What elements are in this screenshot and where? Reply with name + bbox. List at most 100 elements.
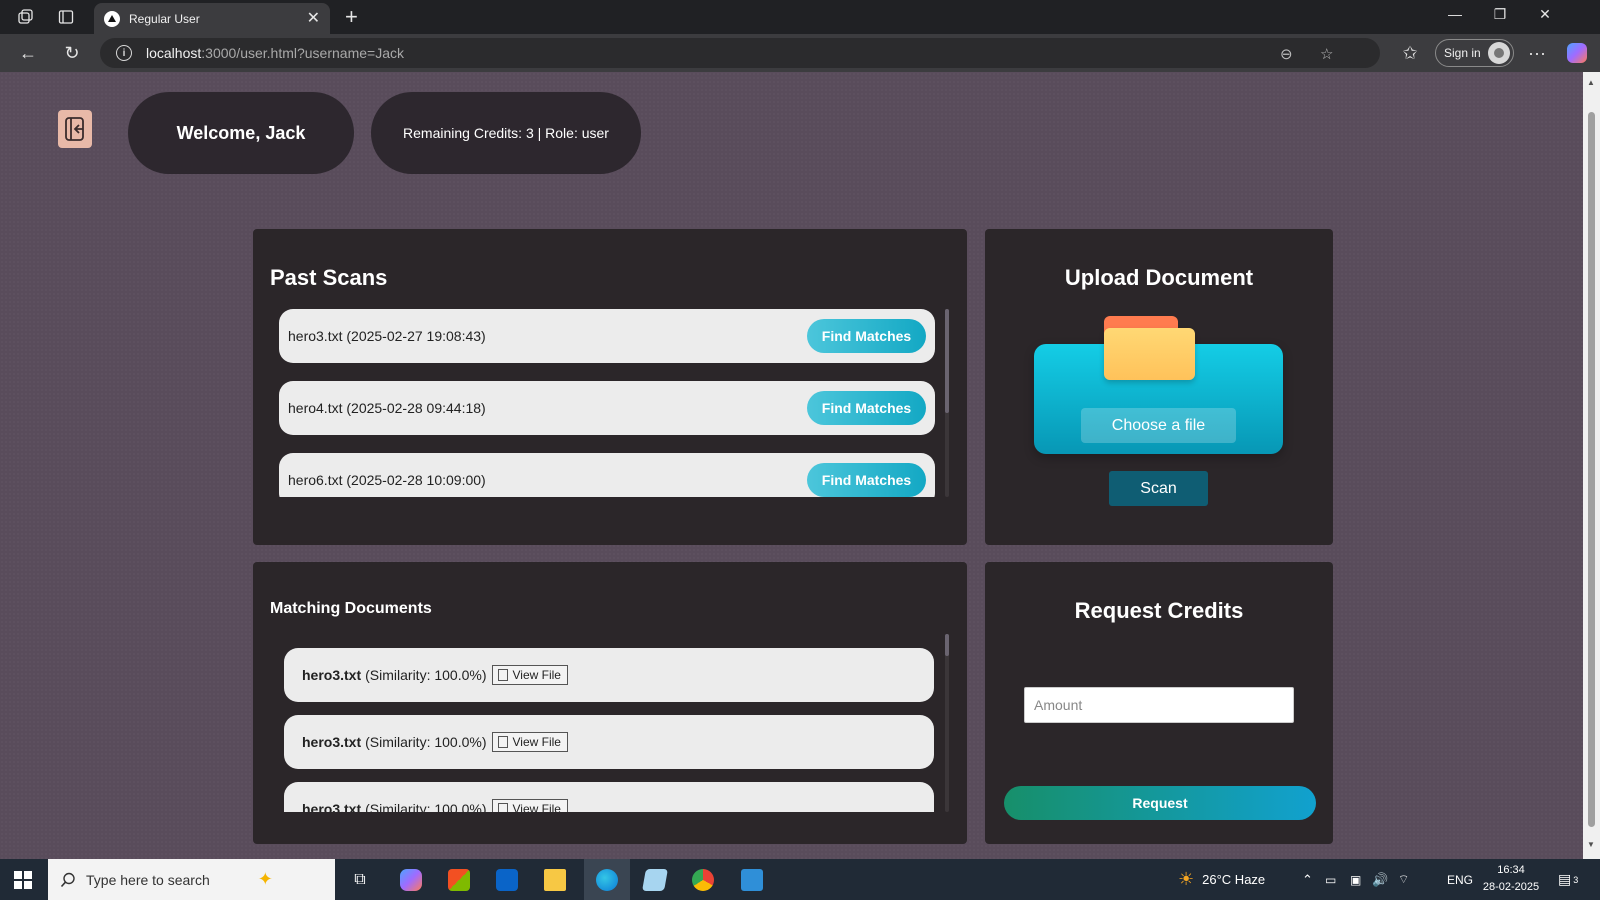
- zoom-icon[interactable]: ⊖: [1280, 45, 1293, 63]
- choose-file-button[interactable]: Choose a file: [1081, 408, 1236, 443]
- volume-icon[interactable]: 🔊: [1372, 859, 1388, 900]
- browser-tab-bar: Regular User ✕ + — ❐ ✕: [0, 0, 1600, 34]
- match-item: hero3.txt (Similarity: 100.0%) View File: [284, 715, 934, 769]
- past-scans-title: Past Scans: [270, 265, 388, 290]
- find-matches-button[interactable]: Find Matches: [807, 319, 926, 353]
- scan-item: hero3.txt (2025-02-27 19:08:43) Find Mat…: [279, 309, 935, 363]
- document-icon: [497, 736, 508, 748]
- past-scans-card: Past Scans hero3.txt (2025-02-27 19:08:4…: [253, 229, 967, 545]
- site-info-icon[interactable]: i: [116, 45, 132, 61]
- tray-chevron-icon[interactable]: ⌃: [1302, 859, 1313, 900]
- match-item: hero3.txt (Similarity: 100.0%) View File: [284, 782, 934, 812]
- notepad-icon[interactable]: [640, 865, 670, 895]
- copilot-app-icon[interactable]: [396, 865, 426, 895]
- view-file-button[interactable]: View File: [491, 665, 568, 685]
- view-file-label: View File: [512, 735, 561, 749]
- restore-icon[interactable]: ❐: [1485, 6, 1515, 23]
- request-button[interactable]: Request: [1004, 786, 1316, 820]
- tab-favicon-icon: [104, 10, 120, 27]
- vscode-icon[interactable]: [737, 865, 767, 895]
- tab-actions-icon[interactable]: [56, 7, 76, 27]
- more-options-icon[interactable]: ···: [1525, 41, 1549, 65]
- scan-item: hero4.txt (2025-02-28 09:44:18) Find Mat…: [279, 381, 935, 435]
- favorites-icon[interactable]: ✩: [1398, 41, 1422, 65]
- url-host: localhost: [146, 45, 202, 61]
- tab-title: Regular User: [129, 11, 200, 26]
- scan-button[interactable]: Scan: [1109, 471, 1208, 506]
- amount-input[interactable]: [1024, 687, 1294, 723]
- sign-in-button[interactable]: Sign in: [1435, 39, 1514, 67]
- matching-scroll-track[interactable]: [945, 634, 949, 812]
- request-credits-card: Request Credits Request: [985, 562, 1333, 844]
- edge-icon[interactable]: [592, 865, 622, 895]
- url-field[interactable]: i localhost:3000/user.html?username=Jack…: [100, 38, 1380, 68]
- page-scrollbar[interactable]: ▲ ▼: [1583, 72, 1600, 859]
- taskbar-clock[interactable]: 16:34 28-02-2025: [1476, 862, 1546, 896]
- scan-item-label: hero3.txt (2025-02-27 19:08:43): [288, 328, 486, 344]
- logout-button[interactable]: [58, 110, 92, 148]
- matching-documents-list[interactable]: hero3.txt (Similarity: 100.0%) View File…: [284, 648, 936, 812]
- weather-text: 26°C Haze: [1202, 872, 1266, 887]
- credits-role-banner: Remaining Credits: 3 | Role: user: [371, 92, 641, 174]
- battery-icon[interactable]: ▭: [1325, 859, 1336, 900]
- past-scans-scroll-thumb[interactable]: [945, 309, 949, 413]
- folder-icon: [1104, 316, 1195, 380]
- network-icon[interactable]: ⌔: [1398, 859, 1409, 900]
- taskbar-search-box[interactable]: Type here to search ✦: [48, 859, 335, 900]
- chrome-icon[interactable]: [688, 865, 718, 895]
- close-window-icon[interactable]: ✕: [1530, 6, 1560, 23]
- task-view-icon[interactable]: ⧉: [345, 865, 375, 895]
- request-credits-title: Request Credits: [1074, 598, 1244, 623]
- minimize-icon[interactable]: —: [1440, 6, 1470, 22]
- page-viewport: Welcome, Jack Remaining Credits: 3 | Rol…: [0, 72, 1583, 859]
- refresh-icon[interactable]: ↻: [60, 41, 84, 65]
- document-icon: [497, 803, 508, 812]
- language-indicator[interactable]: ENG: [1447, 859, 1473, 900]
- past-scans-list[interactable]: hero3.txt (2025-02-27 19:08:43) Find Mat…: [279, 309, 939, 497]
- back-icon[interactable]: ←: [16, 41, 40, 65]
- matching-scroll-thumb[interactable]: [945, 634, 949, 656]
- url-path: :3000/user.html?username=Jack: [201, 45, 404, 61]
- match-filename: hero3.txt: [302, 734, 362, 750]
- new-tab-icon[interactable]: +: [345, 4, 358, 30]
- match-similarity: (Similarity: 100.0%): [365, 734, 487, 750]
- windows-start-icon[interactable]: [14, 871, 32, 889]
- find-matches-button[interactable]: Find Matches: [807, 391, 926, 425]
- notification-count: 3: [1573, 874, 1579, 885]
- close-tab-icon[interactable]: ✕: [307, 10, 320, 27]
- match-item: hero3.txt (Similarity: 100.0%) View File: [284, 648, 934, 702]
- document-icon: [497, 669, 508, 681]
- sign-in-label: Sign in: [1444, 46, 1481, 60]
- active-tab[interactable]: Regular User ✕: [94, 3, 330, 34]
- scan-item: hero6.txt (2025-02-28 10:09:00) Find Mat…: [279, 453, 935, 497]
- scroll-down-icon[interactable]: ▼: [1587, 840, 1595, 849]
- clock-time: 16:34: [1497, 864, 1525, 876]
- search-highlight-icon: ✦: [257, 869, 273, 889]
- scan-item-label: hero6.txt (2025-02-28 10:09:00): [288, 472, 486, 488]
- match-filename: hero3.txt: [302, 667, 362, 683]
- file-drop-zone[interactable]: Choose a file: [1034, 316, 1283, 454]
- upload-title: Upload Document: [1064, 265, 1254, 290]
- matching-title: Matching Documents: [270, 600, 432, 617]
- workspaces-icon[interactable]: [16, 7, 36, 27]
- view-file-button[interactable]: View File: [491, 799, 568, 812]
- favorite-star-icon[interactable]: ☆: [1320, 45, 1333, 63]
- microsoft-store-icon[interactable]: [444, 865, 474, 895]
- scroll-up-icon[interactable]: ▲: [1587, 78, 1595, 87]
- scan-item-label: hero4.txt (2025-02-28 09:44:18): [288, 400, 486, 416]
- copilot-icon[interactable]: [1567, 43, 1587, 63]
- notification-center-icon[interactable]: ▤ 3: [1558, 859, 1578, 900]
- meet-now-icon[interactable]: ▣: [1350, 859, 1361, 900]
- file-explorer-icon[interactable]: [540, 865, 570, 895]
- weather-widget[interactable]: ☀ 26°C Haze: [1178, 859, 1265, 900]
- page-scroll-thumb[interactable]: [1588, 112, 1595, 827]
- profile-avatar-icon: [1487, 42, 1510, 64]
- match-filename: hero3.txt: [302, 801, 362, 812]
- welcome-banner: Welcome, Jack: [128, 92, 354, 174]
- past-scans-scroll-track[interactable]: [945, 309, 949, 497]
- browser-address-bar: ← ↻ i localhost:3000/user.html?username=…: [0, 34, 1600, 72]
- find-matches-button[interactable]: Find Matches: [807, 463, 926, 497]
- clock-date: 28-02-2025: [1482, 881, 1540, 893]
- outlook-icon[interactable]: [492, 865, 522, 895]
- view-file-button[interactable]: View File: [491, 732, 568, 752]
